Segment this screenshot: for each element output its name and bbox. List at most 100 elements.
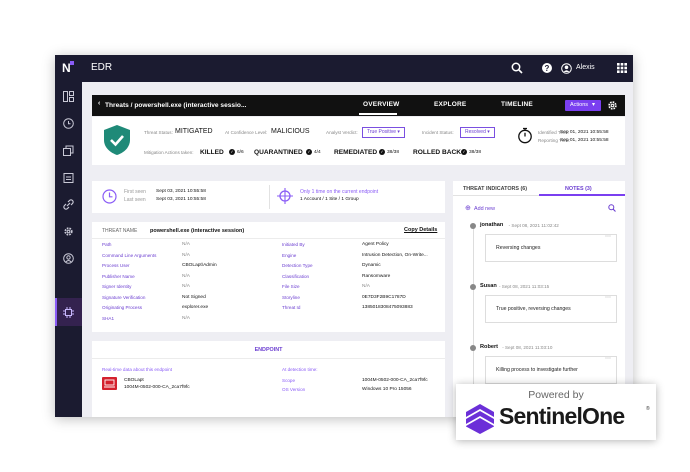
note-date: - Sept 08, 2021 11:03:10	[502, 345, 553, 350]
threat-name-label: THREAT NAME	[102, 228, 138, 234]
reporting-time-value: Sep 01, 2021 10:55:58	[560, 138, 609, 143]
incident-status-label: Incident Status:	[422, 130, 454, 135]
user-avatar-icon[interactable]	[561, 63, 572, 74]
scope-text: 1 Account / 1 Site / 1 Group	[300, 197, 359, 202]
threat-field-label: Threat Id	[282, 305, 301, 310]
actions-button[interactable]: Actions ▾	[565, 100, 601, 111]
top-bar: N EDR ? Alexis	[55, 55, 633, 82]
threat-field-label: Process User	[102, 263, 130, 268]
action-killed: KILLED	[200, 149, 224, 156]
analyst-verdict-label: Analyst Verdict:	[326, 130, 358, 135]
check-icon: ✓	[306, 149, 312, 155]
threat-field-value: Not Signed	[182, 294, 206, 300]
cpu-chip-icon[interactable]	[63, 307, 74, 318]
edr-window: N EDR ? Alexis ‹ Threats / powershell.ex…	[55, 55, 633, 417]
search-icon[interactable]	[511, 62, 523, 74]
check-icon: ✓	[229, 149, 235, 155]
action-remediated: REMEDIATED	[334, 149, 378, 156]
user-circle-icon[interactable]	[63, 253, 74, 264]
action-rolled-back: ROLLED BACK	[413, 149, 461, 156]
analyst-verdict-dropdown[interactable]: True Positive ▾	[362, 127, 405, 138]
note-date: - Sept 08, 2021 11:03:15	[499, 284, 550, 289]
svg-text:?: ?	[545, 64, 550, 73]
search-icon[interactable]	[608, 204, 616, 212]
clipboard-icon[interactable]	[63, 172, 74, 183]
threat-field-value: N/A	[362, 284, 370, 289]
registered-mark: ®	[646, 406, 650, 412]
threat-field-label: Initiated By	[282, 242, 305, 247]
note-bubble[interactable]: Reversing changes	[485, 234, 617, 262]
copy-details-link[interactable]: Copy Details	[404, 227, 437, 233]
action-quarantined: QUARANTINED	[254, 149, 303, 156]
threat-field-value: CBOLapt\Admin	[182, 263, 217, 268]
more-options-icon[interactable]: ⋯	[605, 355, 611, 362]
os-version-label: OS Version	[282, 387, 306, 392]
threat-status-label: Threat Status:	[144, 130, 173, 135]
scope-label: Scope	[282, 378, 296, 383]
clock-icon[interactable]	[63, 118, 74, 129]
threat-field-label: SHA1	[102, 315, 115, 321]
first-seen-label: First seen	[124, 189, 146, 195]
tab-explore[interactable]: EXPLORE	[434, 101, 466, 108]
threat-field-value: 0E7D3F2B9C1787D	[362, 294, 406, 300]
laptop-icon[interactable]	[102, 377, 117, 390]
check-icon: ✓	[379, 149, 385, 155]
more-options-icon[interactable]: ⋯	[605, 233, 611, 240]
tab-notes[interactable]: NOTES (3)	[565, 186, 592, 192]
note-text: Killing process to investigate further	[496, 367, 578, 373]
threat-field-label: Classification	[282, 273, 310, 279]
threat-header-bar: ‹ Threats / powershell.exe (interactive …	[92, 95, 625, 116]
link-icon[interactable]	[63, 199, 74, 210]
settings-gear-icon[interactable]	[63, 226, 74, 237]
tab-threat-indicators[interactable]: THREAT INDICATORS (6)	[463, 186, 527, 192]
more-options-icon[interactable]: ⋯	[605, 294, 611, 301]
threat-summary-card: Threat Status: MITIGATED AI Confidence L…	[92, 117, 625, 165]
threat-field-label: Path	[102, 242, 112, 247]
threat-details-card: THREAT NAME powershell.exe (interactive …	[92, 222, 445, 332]
plus-icon[interactable]: ⊕	[465, 205, 471, 212]
powered-by-text: Powered by	[528, 389, 584, 401]
stack-icon[interactable]	[63, 145, 74, 156]
incident-status-dropdown[interactable]: Resolved ▾	[460, 127, 495, 138]
breadcrumb[interactable]: Threats / powershell.exe (interactive se…	[105, 102, 246, 109]
tab-overview[interactable]: OVERVIEW	[363, 101, 400, 108]
endpoint-title: ENDPOINT	[254, 347, 283, 353]
threat-field-value: Agent Policy	[362, 242, 389, 247]
endpoint-name[interactable]: CBOLapt	[124, 378, 144, 383]
ai-confidence-value: MALICIOUS	[271, 128, 310, 135]
logo-accent	[70, 61, 74, 65]
right-panel: THREAT INDICATORS (6) NOTES (3) ⊕ Add ne…	[453, 181, 625, 417]
note-author: Robert	[480, 344, 499, 350]
threat-field-value: Ransomware	[362, 273, 391, 279]
threat-field-label: Originating Process	[102, 305, 143, 310]
action-rolled-back-count: 38/38	[469, 150, 482, 155]
help-icon[interactable]: ?	[542, 63, 552, 73]
gear-icon[interactable]	[607, 100, 618, 111]
threat-field-value: 1385018308475093883	[362, 305, 413, 310]
divider	[92, 238, 445, 239]
sidebar	[55, 82, 82, 417]
chevron-down-icon: ▾	[397, 129, 400, 135]
note-bubble[interactable]: True positive, reversing changes	[485, 295, 617, 323]
dashboard-icon[interactable]	[63, 91, 74, 102]
timeline-dot	[470, 223, 476, 229]
check-icon: ✓	[461, 149, 467, 155]
tab-timeline[interactable]: TIMELINE	[501, 101, 533, 108]
note-text: Reversing changes	[496, 245, 541, 251]
add-new-note-button[interactable]: Add new	[474, 206, 495, 212]
endpoint-card: ENDPOINT Real-time data about this endpo…	[92, 341, 445, 417]
apps-grid-icon[interactable]	[617, 63, 627, 73]
back-chevron-icon[interactable]: ‹	[98, 100, 100, 107]
first-seen-value: Sept 03, 2021 10:55:58	[156, 189, 206, 194]
threat-field-value: N/A	[182, 273, 190, 279]
threat-field-value: N/A	[182, 315, 190, 321]
action-quarantined-count: 4/4	[314, 150, 321, 155]
realtime-label: Real-time data about this endpoint	[102, 367, 172, 372]
threat-field-label: File Size	[282, 284, 300, 289]
note-bubble[interactable]: Killing process to investigate further	[485, 356, 617, 384]
user-name[interactable]: Alexis	[576, 64, 595, 71]
app-title: EDR	[91, 62, 113, 73]
sentinelone-logo-icon	[466, 404, 494, 434]
endpoint-id: 1004M-0502-000-CA_2ca7f9fc	[124, 385, 190, 390]
threat-field-value: explorer.exe	[182, 305, 209, 310]
